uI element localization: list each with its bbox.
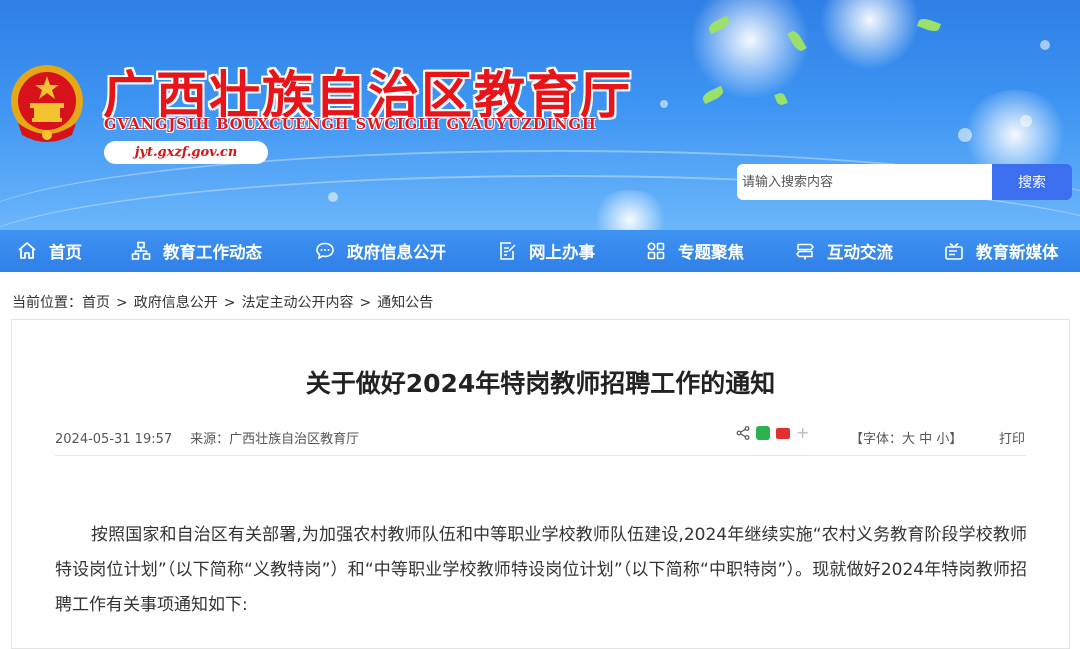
light-glow xyxy=(820,0,920,70)
share-bar: + xyxy=(736,425,809,441)
nav-item-label: 互动交流 xyxy=(827,243,893,262)
breadcrumb-item-statutory[interactable]: 法定主动公开内容 xyxy=(241,292,353,312)
nav-item-gov-info[interactable]: 政府信息公开 xyxy=(315,230,446,272)
more-share-icon[interactable]: + xyxy=(796,425,809,441)
breadcrumb-separator: > xyxy=(359,295,372,311)
font-size-control: 【字体：大 中 小】 xyxy=(850,428,962,447)
breadcrumb-separator: > xyxy=(116,295,128,311)
nav-item-special-topics[interactable]: 专题聚焦 xyxy=(646,230,744,272)
edit-document-icon xyxy=(500,242,516,260)
site-subtitle: GVANGJSIH BOUXCUENGH SWCIGIH GYAUYUZDING… xyxy=(104,116,597,133)
site-url[interactable]: jyt.gxzf.gov.cn xyxy=(104,141,268,164)
nav-item-interaction[interactable]: 互动交流 xyxy=(795,230,893,272)
leaf-decoration xyxy=(700,85,726,105)
nav-item-label: 政府信息公开 xyxy=(347,243,446,262)
search-input[interactable] xyxy=(737,164,992,200)
wechat-icon[interactable] xyxy=(756,426,770,440)
article-panel: 关于做好2024年特岗教师招聘工作的通知 2024-05-31 19:57 来源：… xyxy=(11,319,1070,649)
print-button[interactable]: 打印 xyxy=(999,428,1025,447)
nav-item-new-media[interactable]: 教育新媒体 xyxy=(944,230,1059,272)
leaf-decoration xyxy=(774,91,788,107)
font-size-medium[interactable]: 中 xyxy=(919,432,932,447)
breadcrumb-item-home[interactable]: 首页 xyxy=(82,292,110,312)
main-nav: 首页 教育工作动态 政府信息公开 网上办事 专题聚焦 互动交流 教育新媒体 xyxy=(0,230,1080,272)
chat-bubble-icon xyxy=(316,242,334,260)
header-banner: 广西壮族自治区教育厅 GVANGJSIH BOUXCUENGH SWCIGIH … xyxy=(0,0,1080,230)
source-name: 广西壮族自治区教育厅 xyxy=(229,432,360,447)
font-size-label: 【字体： xyxy=(850,432,903,447)
weibo-icon[interactable] xyxy=(776,427,790,439)
search-box: 搜索 xyxy=(737,164,1072,200)
publish-datetime: 2024-05-31 19:57 xyxy=(55,432,173,447)
light-glow xyxy=(690,0,810,100)
article-title: 关于做好2024年特岗教师招聘工作的通知 xyxy=(305,369,776,398)
bubble-decoration xyxy=(1040,40,1050,50)
font-size-small[interactable]: 小 xyxy=(936,432,949,447)
breadcrumb-item-notices[interactable]: 通知公告 xyxy=(377,292,433,312)
font-size-large[interactable]: 大 xyxy=(902,432,915,447)
share-icon[interactable] xyxy=(736,426,750,440)
nav-item-label: 首页 xyxy=(49,243,82,262)
divider xyxy=(55,455,1026,456)
nav-item-label: 教育工作动态 xyxy=(163,243,262,262)
nav-item-education-news[interactable]: 教育工作动态 xyxy=(131,230,262,272)
leaf-decoration xyxy=(916,16,942,34)
bubble-decoration xyxy=(1020,115,1032,127)
article-meta: 2024-05-31 19:57 来源：广西壮族自治区教育厅 xyxy=(55,428,359,447)
nav-item-online-service[interactable]: 网上办事 xyxy=(497,230,595,272)
search-button[interactable]: 搜索 xyxy=(992,164,1072,200)
bubble-decoration xyxy=(660,100,668,108)
grid-icon xyxy=(647,242,665,260)
breadcrumb: 当前位置：首页 > 政府信息公开 > 法定主动公开内容 > 通知公告 xyxy=(12,292,433,312)
nav-item-label: 网上办事 xyxy=(529,243,595,262)
media-icon xyxy=(945,242,963,260)
nav-item-label: 教育新媒体 xyxy=(976,243,1059,262)
article-body: 按照国家和自治区有关部署,为加强农村教师队伍和中等职业学校教师队伍建设,2024… xyxy=(55,525,1027,615)
font-size-end: 】 xyxy=(949,432,963,447)
network-icon xyxy=(131,241,151,260)
breadcrumb-prefix: 当前位置： xyxy=(12,295,82,311)
nav-item-home[interactable]: 首页 xyxy=(17,230,82,272)
source-label: 来源： xyxy=(190,432,230,447)
breadcrumb-item-gov-info[interactable]: 政府信息公开 xyxy=(134,292,218,312)
breadcrumb-separator: > xyxy=(223,295,236,311)
sign-icon xyxy=(796,243,814,260)
national-emblem-icon xyxy=(11,65,83,142)
home-icon xyxy=(18,242,36,259)
bubble-decoration xyxy=(958,128,972,142)
nav-item-label: 专题聚焦 xyxy=(678,243,744,262)
